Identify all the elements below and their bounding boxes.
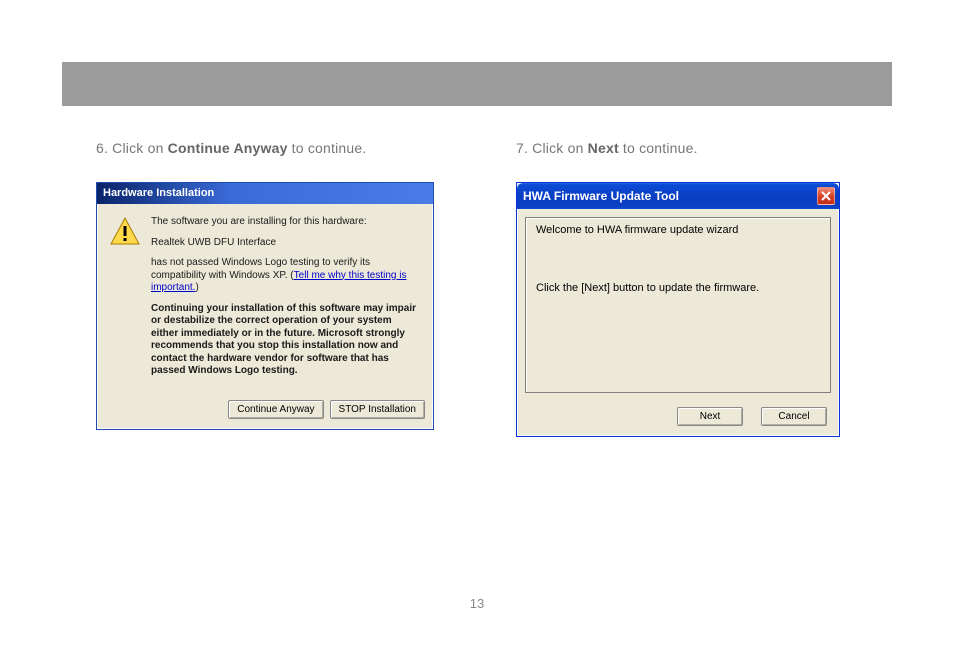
dialog2-button-row: Next Cancel [517, 401, 839, 436]
dialog2-welcome: Welcome to HWA firmware update wizard [536, 224, 820, 236]
warning-icon [109, 216, 141, 248]
content-area: 6. Click on Continue Anyway to continue.… [96, 140, 896, 437]
dialog2-instruction: Click the [Next] button to update the fi… [536, 282, 820, 294]
stop-installation-button[interactable]: STOP Installation [330, 400, 425, 419]
dialog2-inner-panel: Welcome to HWA firmware update wizard Cl… [525, 217, 831, 393]
step-7-number: 7. [516, 140, 528, 156]
dialog1-button-row: Continue Anyway STOP Installation [97, 394, 433, 429]
dialog2-title-text: HWA Firmware Update Tool [523, 189, 679, 203]
step-6-pre: Click on [112, 140, 167, 156]
firmware-update-dialog: HWA Firmware Update Tool Welcome to HWA … [516, 182, 840, 437]
step-6-text: 6. Click on Continue Anyway to continue. [96, 140, 456, 156]
dialog1-text: The software you are installing for this… [151, 216, 421, 386]
dialog1-bold-para: Continuing your installation of this sof… [151, 303, 421, 378]
step-7-bold: Next [588, 140, 619, 156]
dialog1-line2b: ) [195, 282, 198, 293]
step-6-bold: Continue Anyway [168, 140, 288, 156]
dialog2-titlebar: HWA Firmware Update Tool [517, 183, 839, 209]
step-6-column: 6. Click on Continue Anyway to continue.… [96, 140, 456, 437]
page-number: 13 [0, 596, 954, 611]
dialog1-body: The software you are installing for this… [97, 204, 433, 394]
close-icon[interactable] [817, 187, 835, 205]
dialog1-device: Realtek UWB DFU Interface [151, 237, 421, 250]
dialog1-title-text: Hardware Installation [103, 187, 214, 199]
continue-anyway-button[interactable]: Continue Anyway [228, 400, 323, 419]
step-7-post: to continue. [619, 140, 698, 156]
dialog1-line2: has not passed Windows Logo testing to v… [151, 257, 421, 295]
dialog1-titlebar: Hardware Installation [97, 183, 433, 204]
step-6-number: 6. [96, 140, 108, 156]
header-bar [62, 62, 892, 106]
cancel-button[interactable]: Cancel [761, 407, 827, 426]
next-button[interactable]: Next [677, 407, 743, 426]
step-7-column: 7. Click on Next to continue. HWA Firmwa… [516, 140, 876, 437]
dialog1-line1: The software you are installing for this… [151, 216, 421, 229]
hardware-installation-dialog: Hardware Installation The software you a… [96, 182, 434, 430]
step-7-text: 7. Click on Next to continue. [516, 140, 876, 156]
dialog2-body: Welcome to HWA firmware update wizard Cl… [517, 209, 839, 401]
step-7-pre: Click on [532, 140, 587, 156]
step-6-post: to continue. [288, 140, 367, 156]
